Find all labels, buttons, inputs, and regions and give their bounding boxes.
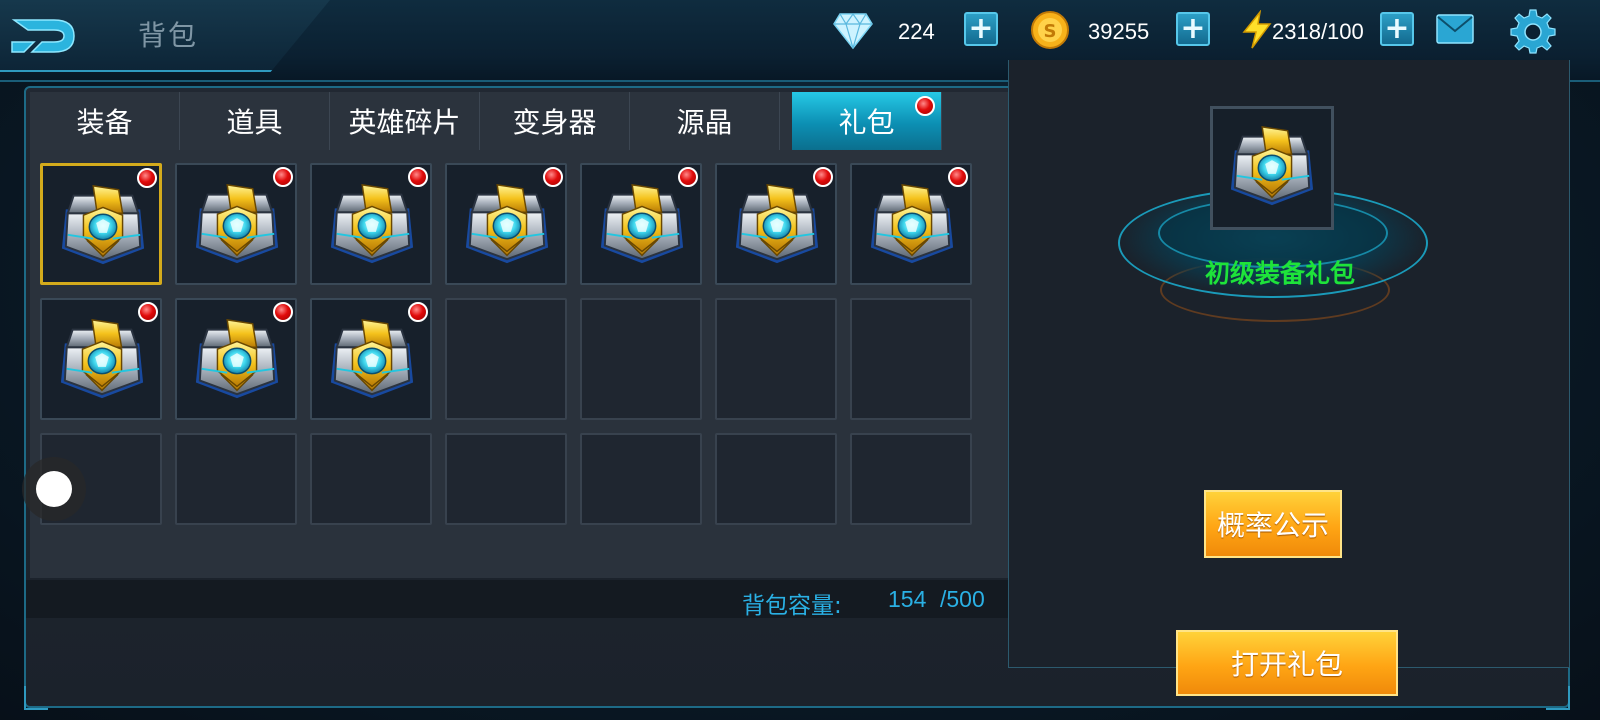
empty-inventory-slot[interactable] <box>580 433 702 525</box>
inventory-slot[interactable] <box>445 163 567 285</box>
inventory-slot[interactable] <box>310 163 432 285</box>
probability-button[interactable]: 概率公示 <box>1204 490 1342 558</box>
item-name: 初级装备礼包 <box>1204 259 1355 288</box>
tab-items[interactable]: 道具 <box>180 92 330 150</box>
new-item-badge <box>408 302 428 322</box>
diamond-icon <box>832 10 874 54</box>
open-gift-button-label: 打开礼包 <box>1230 648 1343 681</box>
inventory-slot[interactable] <box>715 163 837 285</box>
back-arrow-icon <box>11 19 75 53</box>
energy-count: 2318/100 <box>1272 19 1364 44</box>
new-item-badge <box>138 302 158 322</box>
page-title: 背包 <box>138 19 199 52</box>
gift-chest-icon <box>863 179 961 269</box>
new-item-badge <box>273 167 293 187</box>
new-item-badge <box>137 168 157 188</box>
empty-inventory-slot[interactable] <box>850 298 972 420</box>
inventory-slot[interactable] <box>850 163 972 285</box>
new-item-badge <box>273 302 293 322</box>
empty-inventory-slot[interactable] <box>715 298 837 420</box>
coin-count: 39255 <box>1088 19 1150 44</box>
probability-button-label: 概率公示 <box>1216 509 1329 542</box>
tab-transformer[interactable]: 变身器 <box>480 92 630 150</box>
empty-inventory-slot[interactable] <box>445 433 567 525</box>
gift-chest-icon <box>458 179 556 269</box>
new-item-badge <box>678 167 698 187</box>
gift-chest-icon <box>53 314 151 404</box>
tab-label: 源晶 <box>676 106 733 139</box>
add-energy-button[interactable]: + <box>1380 12 1414 46</box>
add-diamonds-button[interactable]: + <box>964 12 998 46</box>
coin-icon: S <box>1030 10 1070 54</box>
gift-chest-icon <box>54 180 152 270</box>
tab-label: 装备 <box>76 106 133 139</box>
gift-chest-icon <box>188 314 286 404</box>
capacity-max: /500 <box>940 586 985 612</box>
new-item-badge <box>543 167 563 187</box>
mail-icon[interactable] <box>1436 14 1474 48</box>
back-button[interactable] <box>8 12 80 60</box>
inventory-slot[interactable] <box>40 298 162 420</box>
new-item-badge <box>948 167 968 187</box>
empty-inventory-slot[interactable] <box>580 298 702 420</box>
tab-gift-pack[interactable]: 礼包 <box>792 92 942 150</box>
capacity-label: 背包容量: <box>742 593 842 619</box>
svg-text:S: S <box>1044 21 1057 42</box>
open-gift-button[interactable]: 打开礼包 <box>1176 630 1398 696</box>
settings-gear-icon[interactable] <box>1510 8 1556 58</box>
tab-label: 礼包 <box>838 106 895 139</box>
tab-label: 变身器 <box>512 106 597 139</box>
notification-badge <box>915 96 935 116</box>
floating-assistive-button[interactable] <box>22 457 86 521</box>
inventory-slot[interactable] <box>40 163 162 285</box>
capacity-bar <box>26 580 1008 618</box>
tab-equipment[interactable]: 装备 <box>30 92 180 150</box>
tab-hero-shards[interactable]: 英雄碎片 <box>330 92 480 150</box>
add-coins-button[interactable]: + <box>1176 12 1210 46</box>
capacity-used: 154 <box>888 586 927 612</box>
item-preview <box>1210 106 1334 230</box>
lightning-icon <box>1240 9 1274 54</box>
corner-decoration <box>24 686 48 710</box>
corner-decoration <box>1546 686 1570 710</box>
empty-inventory-slot[interactable] <box>175 433 297 525</box>
gift-chest-icon <box>593 179 691 269</box>
tab-label: 道具 <box>226 106 283 139</box>
new-item-badge <box>408 167 428 187</box>
gift-chest-icon <box>1223 121 1321 211</box>
tab-label: 英雄碎片 <box>348 106 461 139</box>
diamond-count: 224 <box>898 19 935 44</box>
gift-chest-icon <box>323 314 421 404</box>
gift-chest-icon <box>323 179 421 269</box>
tab-source-crystal[interactable]: 源晶 <box>630 92 780 150</box>
empty-inventory-slot[interactable] <box>310 433 432 525</box>
inventory-slot[interactable] <box>310 298 432 420</box>
inventory-slot[interactable] <box>580 163 702 285</box>
empty-inventory-slot[interactable] <box>715 433 837 525</box>
inventory-slot[interactable] <box>175 298 297 420</box>
gift-chest-icon <box>188 179 286 269</box>
inventory-slot[interactable] <box>175 163 297 285</box>
new-item-badge <box>813 167 833 187</box>
gift-chest-icon <box>728 179 826 269</box>
empty-inventory-slot[interactable] <box>445 298 567 420</box>
empty-inventory-slot[interactable] <box>850 433 972 525</box>
